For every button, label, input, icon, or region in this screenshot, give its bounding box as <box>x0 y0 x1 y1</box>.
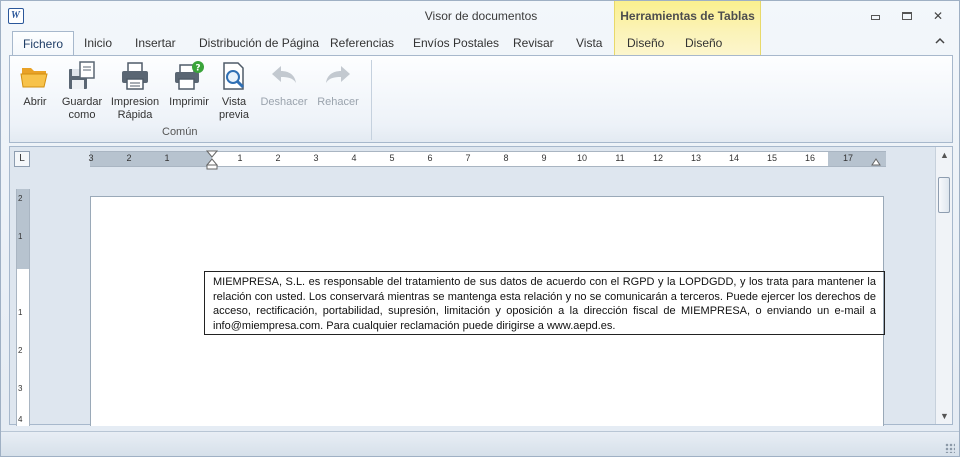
ruler-number: 4 <box>18 415 23 424</box>
tab-insertar[interactable]: Insertar <box>135 36 176 56</box>
ruler-number: 2 <box>18 346 23 355</box>
ruler-number: 3 <box>88 153 94 163</box>
privacy-notice-textbox[interactable]: MIEMPRESA, S.L. es responsable del trata… <box>204 271 885 335</box>
ruler-number: 9 <box>541 153 547 163</box>
ruler-number: 15 <box>767 153 778 163</box>
right-indent-marker-icon[interactable] <box>871 156 881 166</box>
ruler-number: 13 <box>691 153 702 163</box>
ruler-number: 16 <box>805 153 816 163</box>
tab-referencias[interactable]: Referencias <box>330 36 394 56</box>
ruler-number: 1 <box>237 153 243 163</box>
undo-icon <box>268 60 300 92</box>
window-title: Visor de documentos <box>424 9 538 23</box>
quick-print-icon <box>119 60 151 92</box>
open-label: Abrir <box>23 96 47 108</box>
minimize-icon <box>870 15 880 20</box>
ribbon-group-separator <box>371 60 372 140</box>
resize-grip-icon[interactable] <box>945 443 955 453</box>
open-button[interactable]: Abrir <box>14 60 56 109</box>
ruler-number: 1 <box>164 153 170 163</box>
ruler-number: 14 <box>729 153 740 163</box>
horizontal-ruler[interactable]: 3 2 1 1 2 3 4 5 6 7 8 9 10 11 12 13 14 1… <box>88 150 886 170</box>
scroll-thumb[interactable] <box>938 177 950 213</box>
ruler-number: 3 <box>313 153 319 163</box>
print-icon: ? <box>173 60 205 92</box>
vertical-scrollbar[interactable]: ▲ ▼ <box>935 147 952 424</box>
ruler-number: 11 <box>615 153 625 163</box>
ruler-number: 5 <box>389 153 395 163</box>
ruler-number: 12 <box>653 153 664 163</box>
ruler-left-margin <box>90 152 212 166</box>
svg-text:?: ? <box>195 64 200 74</box>
folder-open-icon <box>19 60 51 92</box>
tab-diseno-2[interactable]: Diseño <box>685 36 722 56</box>
tab-revisar[interactable]: Revisar <box>513 36 554 56</box>
tab-envios-postales[interactable]: Envíos Postales <box>413 36 499 56</box>
close-button[interactable]: ✕ <box>927 7 949 25</box>
ruler-number: 1 <box>18 308 23 317</box>
title-bar: W Visor de documentos Herramientas de Ta… <box>1 1 959 57</box>
status-bar <box>1 431 959 456</box>
ruler-number: 6 <box>427 153 433 163</box>
redo-label: Rehacer <box>317 96 359 108</box>
tab-distribucion-pagina[interactable]: Distribución de Página <box>199 36 319 56</box>
tab-diseno-1[interactable]: Diseño <box>627 36 664 56</box>
scroll-up-icon[interactable]: ▲ <box>940 150 949 160</box>
chevron-up-icon <box>935 37 945 44</box>
ruler-number: 7 <box>465 153 471 163</box>
context-tab-title: Herramientas de Tablas <box>620 9 755 23</box>
quick-print-button[interactable]: Impresion Rápida <box>108 60 162 122</box>
redo-icon <box>322 60 354 92</box>
word-app-icon[interactable]: W <box>8 8 24 24</box>
ruler-number: 2 <box>18 194 23 203</box>
print-preview-button[interactable]: Vista previa <box>213 60 255 122</box>
scroll-down-icon[interactable]: ▼ <box>940 411 949 421</box>
ruler-number: 8 <box>503 153 509 163</box>
restore-button[interactable] <box>896 7 918 25</box>
ruler-number: 3 <box>18 384 23 393</box>
tab-vista[interactable]: Vista <box>576 36 602 56</box>
vertical-ruler[interactable]: 2 1 1 2 3 4 <box>16 189 30 426</box>
app-window: W Visor de documentos Herramientas de Ta… <box>0 0 960 457</box>
redo-button[interactable]: Rehacer <box>314 60 362 109</box>
ruler-number: 1 <box>18 232 23 241</box>
tab-stop-selector[interactable]: L <box>14 151 30 167</box>
undo-button[interactable]: Deshacer <box>258 60 310 109</box>
print-button[interactable]: ? Imprimir <box>164 60 214 109</box>
save-as-button[interactable]: Guardar como <box>58 60 106 122</box>
document-area: L 3 2 1 1 2 3 4 5 6 7 8 9 10 11 12 13 14… <box>9 146 953 426</box>
close-icon: ✕ <box>932 9 944 23</box>
print-label: Imprimir <box>169 96 209 108</box>
tab-inicio[interactable]: Inicio <box>84 36 112 56</box>
ruler-number: 2 <box>275 153 281 163</box>
indent-marker-icon[interactable] <box>206 150 218 170</box>
save-as-label: Guardar como <box>61 96 103 121</box>
ruler-number: 4 <box>351 153 357 163</box>
minimize-button[interactable] <box>864 7 886 25</box>
ruler-number: 17 <box>843 153 854 163</box>
ruler-number: 10 <box>577 153 588 163</box>
print-preview-label: Vista previa <box>219 96 249 121</box>
app-icon-letter: W <box>11 10 20 21</box>
print-preview-icon <box>218 60 250 92</box>
collapse-ribbon-button[interactable] <box>935 36 945 48</box>
ruler-number: 2 <box>126 153 132 163</box>
ribbon-panel: Abrir Guardar como Impresion Rápida ? Im… <box>9 55 953 143</box>
save-as-icon <box>66 60 98 92</box>
quick-print-label: Impresion Rápida <box>110 96 160 121</box>
document-page[interactable]: MIEMPRESA, S.L. es responsable del trata… <box>90 196 885 426</box>
ribbon-group-label: Común <box>162 126 198 138</box>
undo-label: Deshacer <box>260 96 308 108</box>
ribbon-tabs: Fichero Inicio Insertar Distribución de … <box>1 31 959 56</box>
tab-fichero[interactable]: Fichero <box>12 31 75 56</box>
restore-icon <box>902 12 912 20</box>
